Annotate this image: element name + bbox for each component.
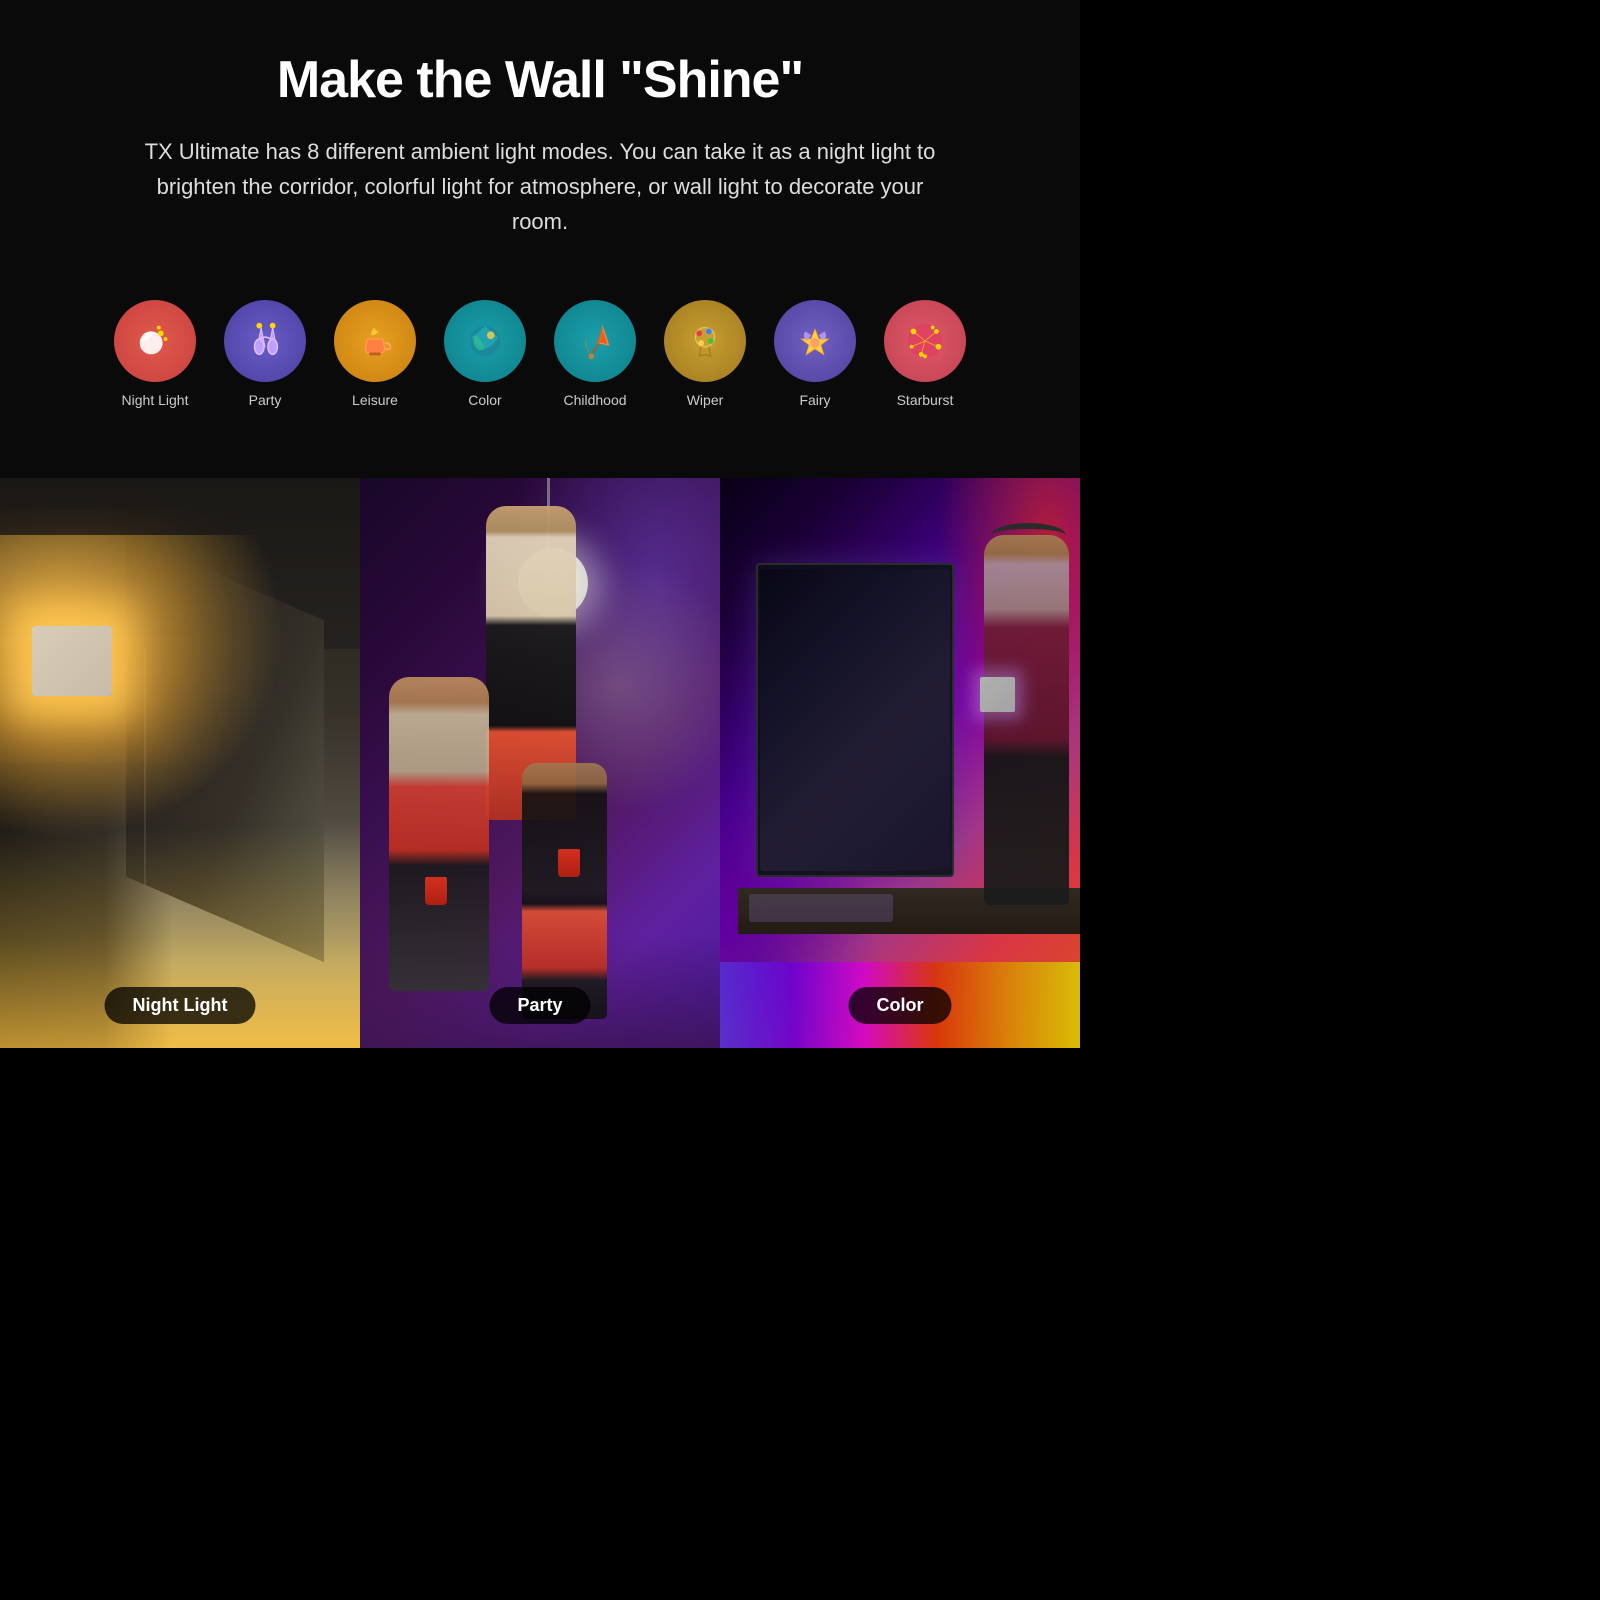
wiper-label: Wiper: [687, 392, 724, 408]
mode-item-fairy[interactable]: Fairy: [770, 300, 860, 408]
night-light-scene: [0, 478, 360, 1048]
mode-item-color[interactable]: Color: [440, 300, 530, 408]
mode-item-starburst[interactable]: Starburst: [880, 300, 970, 408]
night-light-label: Night Light: [122, 392, 189, 408]
leisure-icon: [334, 300, 416, 382]
color-label: Color: [468, 392, 501, 408]
mode-item-leisure[interactable]: Leisure: [330, 300, 420, 408]
party-label: Party: [249, 392, 282, 408]
mode-item-wiper[interactable]: Wiper: [660, 300, 750, 408]
mode-item-childhood[interactable]: Childhood: [550, 300, 640, 408]
night-light-photo-label: Night Light: [105, 987, 256, 1024]
starburst-label: Starburst: [897, 392, 954, 408]
party-panel: Party: [360, 478, 720, 1048]
childhood-label: Childhood: [563, 392, 626, 408]
fairy-icon: [774, 300, 856, 382]
hero-section: Make the Wall "Shine" TX Ultimate has 8 …: [0, 0, 1080, 478]
party-icon: [224, 300, 306, 382]
color-photo-label: Color: [849, 987, 952, 1024]
leisure-label: Leisure: [352, 392, 398, 408]
page-subtitle: TX Ultimate has 8 different ambient ligh…: [140, 134, 940, 240]
night-light-icon: [114, 300, 196, 382]
party-photo-label: Party: [489, 987, 590, 1024]
childhood-icon: [554, 300, 636, 382]
wiper-icon: [664, 300, 746, 382]
color-panel: Color: [720, 478, 1080, 1048]
color-icon: [444, 300, 526, 382]
modes-row: Night Light Party: [60, 280, 1020, 448]
starburst-icon: [884, 300, 966, 382]
fairy-label: Fairy: [799, 392, 830, 408]
photos-section: Night Light Party: [0, 478, 1080, 1048]
mode-item-party[interactable]: Party: [220, 300, 310, 408]
mode-item-night-light[interactable]: Night Light: [110, 300, 200, 408]
page-title: Make the Wall "Shine": [60, 50, 1020, 110]
color-scene: [720, 478, 1080, 1048]
party-scene: [360, 478, 720, 1048]
night-light-panel: Night Light: [0, 478, 360, 1048]
